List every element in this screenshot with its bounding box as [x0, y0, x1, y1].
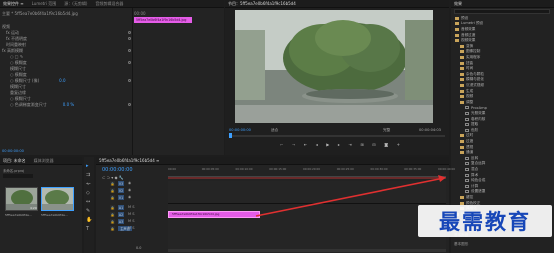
watermark-text: 最需教育: [439, 209, 531, 234]
watermark-logo: 最需教育: [418, 205, 552, 237]
